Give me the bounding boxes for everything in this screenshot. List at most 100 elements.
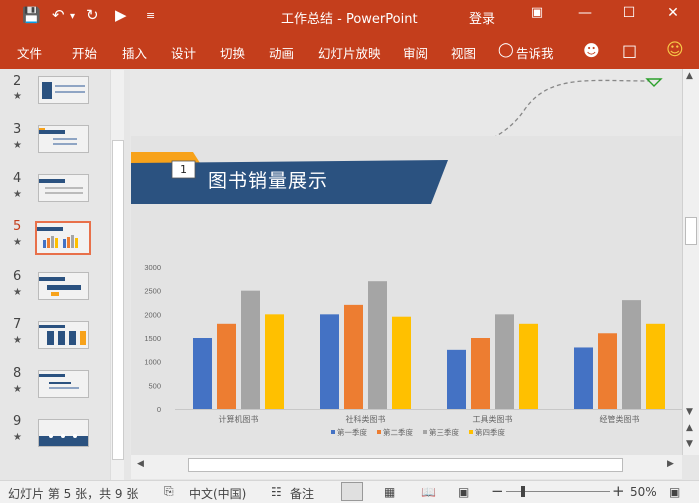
bar[interactable] [471, 338, 490, 409]
tab-file[interactable]: 文件 [17, 43, 42, 62]
slide-sorter-view-icon[interactable]: ▦ [384, 485, 395, 499]
minimize-icon[interactable]: — [575, 5, 595, 21]
slide-number: 6 [13, 269, 22, 284]
save-icon[interactable]: 💾 [22, 6, 41, 24]
bar[interactable] [447, 349, 466, 409]
lightbulb-icon: ◯ [498, 42, 514, 58]
badge-number: 1 [180, 163, 187, 176]
x-tick-label: 社科类图书 [346, 414, 386, 424]
ribbon-tabs: 文件 开始 插入 设计 切换 动画 幻灯片放映 审阅 视图 ◯ 告诉我 ☻ □ … [0, 33, 699, 69]
slide-number: 2 [13, 74, 22, 89]
slideshow-view-icon[interactable]: ▣ [458, 485, 469, 499]
y-tick-label: 0 [157, 405, 161, 414]
legend-label: 第二季度 [383, 427, 413, 437]
bar[interactable] [392, 316, 411, 409]
legend-swatch [423, 430, 427, 434]
customize-qat-icon[interactable]: ≡ [146, 9, 155, 22]
slide-thumbnail-2[interactable] [38, 76, 89, 104]
scroll-down-arrow-icon[interactable]: ▼ [686, 407, 693, 417]
editor-vertical-scrollbar[interactable]: ▲ ▼ ▲ ▼ [682, 69, 699, 455]
notes-icon[interactable]: ☷ [271, 485, 282, 499]
zoom-level[interactable]: 50% [630, 485, 657, 499]
legend-swatch [469, 430, 473, 434]
next-slide-icon[interactable]: ▼ [686, 439, 693, 449]
slide-thumbnail-9[interactable] [38, 419, 89, 447]
bar[interactable] [368, 281, 387, 409]
y-tick-label: 2500 [144, 287, 161, 296]
language-status[interactable]: 中文(中国) [189, 485, 246, 502]
slide-thumbnail-6[interactable] [38, 272, 89, 300]
slide-number: 9 [13, 414, 22, 429]
slide-count-status: 幻灯片 第 5 张，共 9 张 [8, 487, 139, 501]
bar[interactable] [241, 290, 260, 409]
slide-number: 4 [13, 171, 22, 186]
comment-icon[interactable]: □ [622, 41, 637, 60]
scroll-right-arrow-icon[interactable]: ▶ [667, 459, 674, 469]
bar[interactable] [622, 300, 641, 409]
tab-view[interactable]: 视图 [451, 43, 476, 62]
thumbnail-scrollbar-thumb[interactable] [112, 140, 124, 460]
slide-thumbnail-7[interactable] [38, 321, 89, 349]
slide-thumbnail-3[interactable] [38, 125, 89, 153]
bar[interactable] [344, 304, 363, 409]
slide-thumbnail-5[interactable] [35, 221, 91, 255]
bar[interactable] [574, 347, 593, 409]
legend-label: 第三季度 [429, 427, 459, 437]
tab-slideshow[interactable]: 幻灯片放映 [318, 43, 381, 62]
zoom-out-icon[interactable]: − [491, 482, 504, 500]
tab-transitions[interactable]: 切换 [220, 43, 245, 62]
slide-thumbnail-4[interactable] [38, 174, 89, 202]
scrollbar-thumb[interactable] [685, 217, 697, 245]
fit-to-window-icon[interactable]: ▣ [669, 485, 680, 499]
tab-insert[interactable]: 插入 [122, 43, 147, 62]
reading-view-icon[interactable]: 📖 [421, 485, 436, 499]
undo-icon[interactable]: ↶ [52, 6, 65, 24]
slide-canvas[interactable]: 0 500 1000 1500 2000 2500 3000 计算机图书 社科类图书 工具类图书 经… [131, 136, 683, 455]
close-icon[interactable]: ✕ [663, 5, 683, 21]
login-button[interactable]: 登录 [469, 8, 495, 27]
bar[interactable] [217, 323, 236, 409]
tab-review[interactable]: 审阅 [403, 43, 428, 62]
y-tick-label: 500 [148, 381, 161, 390]
x-tick-label: 经管类图书 [600, 414, 640, 424]
start-from-beginning-icon[interactable]: ▶ [115, 6, 127, 24]
thumbnail-scrollbar[interactable] [110, 70, 124, 480]
bar[interactable] [320, 314, 339, 409]
bar[interactable] [519, 323, 538, 409]
bar[interactable] [265, 314, 284, 409]
spelling-check-icon[interactable]: ⎘ [164, 484, 174, 499]
slide-thumbnail-8[interactable] [38, 370, 89, 398]
hscrollbar-thumb[interactable] [188, 458, 623, 472]
bar[interactable] [598, 333, 617, 409]
tab-animations[interactable]: 动画 [269, 43, 294, 62]
slide-title[interactable]: 图书销量展示 [208, 166, 328, 193]
bar[interactable] [495, 314, 514, 409]
status-bar: 幻灯片 第 5 张，共 9 张 ⎘ 中文(中国) ☷ 备注 ▦ 📖 ▣ − + … [0, 480, 699, 503]
previous-slide-icon[interactable]: ▲ [686, 423, 693, 433]
normal-view-icon[interactable] [341, 482, 363, 501]
zoom-slider-handle[interactable] [521, 486, 525, 497]
ribbon-display-icon[interactable]: ▣ [527, 5, 547, 20]
editor-horizontal-scrollbar[interactable]: ◀ ▶ [131, 455, 682, 479]
share-user-icon[interactable]: ☻ [583, 41, 600, 60]
tell-me-search[interactable]: 告诉我 [516, 43, 554, 62]
tab-home[interactable]: 开始 [72, 43, 97, 62]
scroll-left-arrow-icon[interactable]: ◀ [137, 459, 144, 469]
y-tick-label: 3000 [144, 263, 161, 272]
animation-star-icon: ★ [13, 287, 22, 298]
maximize-icon[interactable]: ☐ [619, 5, 639, 21]
scroll-up-arrow-icon[interactable]: ▲ [686, 71, 693, 81]
zoom-in-icon[interactable]: + [612, 482, 625, 500]
tab-design[interactable]: 设计 [171, 43, 196, 62]
chart: 0 500 1000 1500 2000 2500 3000 计算机图书 社科类图书 工具类图书 经… [144, 263, 683, 437]
bar[interactable] [193, 338, 212, 409]
legend-swatch [331, 430, 335, 434]
bar[interactable] [646, 323, 665, 409]
title-bar: 💾 ↶ ▾ ↻ ▶ ≡ 工作总结 - PowerPoint 登录 ▣ — ☐ ✕ [0, 0, 699, 33]
animation-star-icon: ★ [13, 237, 22, 248]
slide-number: 8 [13, 366, 22, 381]
redo-icon[interactable]: ↻ [86, 6, 99, 24]
notes-button[interactable]: 备注 [290, 485, 314, 502]
undo-dropdown-icon[interactable]: ▾ [70, 11, 75, 22]
smiley-icon[interactable]: ☺ [666, 40, 684, 60]
